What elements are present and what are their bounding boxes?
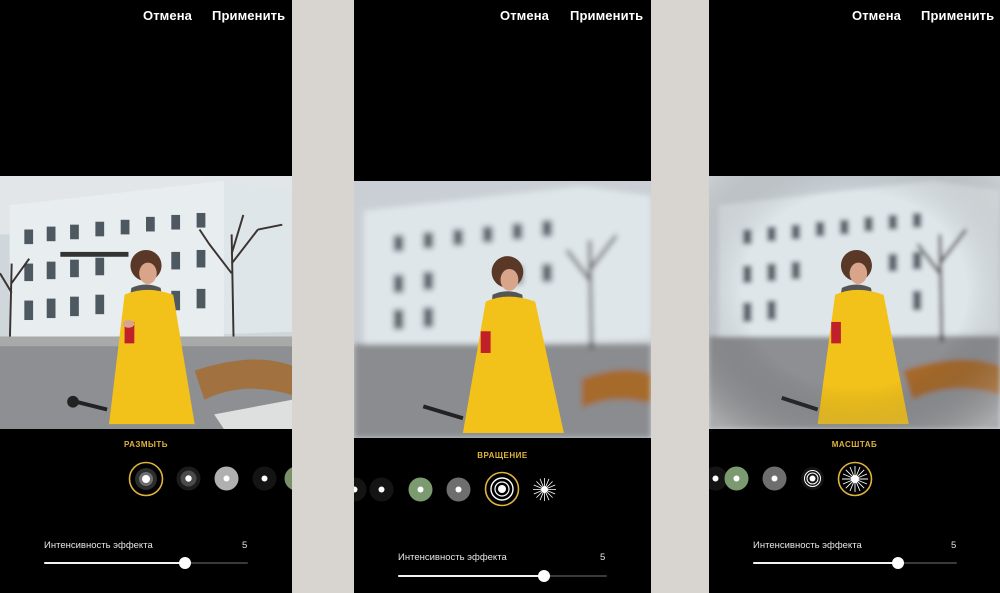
slider-fill (44, 562, 185, 564)
slider-value: 5 (242, 540, 248, 551)
apply-button[interactable]: Применить (570, 8, 643, 23)
green-disc-icon[interactable] (408, 477, 433, 502)
slider-thumb[interactable] (178, 557, 191, 569)
slider-label: Интенсивность эффекта (398, 552, 507, 563)
radial-rays-icon[interactable] (837, 461, 873, 497)
photo-preview (0, 176, 292, 429)
editor-screen-blur: Отмена Применить РАЗМЫТЬ Интенсивность э… (0, 0, 292, 593)
gray-disc-icon[interactable] (214, 466, 239, 491)
gray-disc-icon[interactable] (762, 466, 787, 491)
editor-screen-rotation: Отмена Применить ВРАЩЕНИЕ Интенсивность … (354, 0, 651, 593)
rings-icon[interactable] (800, 466, 825, 491)
slider-thumb[interactable] (891, 557, 904, 569)
photo-preview (709, 176, 1000, 429)
tiny-dot-icon[interactable] (354, 477, 367, 502)
cancel-button[interactable]: Отмена (852, 8, 901, 23)
slider-label: Интенсивность эффекта (44, 540, 153, 551)
rings-icon[interactable] (484, 471, 520, 507)
slider-value: 5 (600, 552, 606, 563)
cancel-button[interactable]: Отмена (500, 8, 549, 23)
top-bar: Отмена Применить (709, 0, 1000, 34)
small-dot-icon[interactable] (176, 466, 201, 491)
slider-fill (753, 562, 898, 564)
slider-fill (398, 575, 545, 577)
apply-button[interactable]: Применить (212, 8, 285, 23)
mode-label: РАЗМЫТЬ (123, 440, 169, 449)
intensity-slider[interactable] (398, 570, 607, 582)
intensity-slider[interactable] (44, 557, 248, 569)
cancel-button[interactable]: Отмена (143, 8, 192, 23)
small-dot-icon[interactable] (369, 477, 394, 502)
top-bar: Отмена Применить (354, 0, 651, 34)
green-disc-icon[interactable] (724, 466, 749, 491)
apply-button[interactable]: Применить (921, 8, 994, 23)
gray-disc-icon[interactable] (446, 477, 471, 502)
top-bar: Отмена Применить (0, 0, 292, 34)
slider-label: Интенсивность эффекта (753, 540, 862, 551)
blur-dot-icon[interactable] (128, 461, 164, 497)
mode-label: ВРАЩЕНИЕ (477, 451, 528, 460)
slider-thumb[interactable] (538, 570, 551, 582)
green-disc-icon[interactable] (284, 466, 292, 491)
mode-label: МАСШТАБ (831, 440, 878, 449)
slider-value: 5 (951, 540, 957, 551)
editor-screen-zoom: Отмена Применить МАСШТАБ Интенсивность э… (709, 0, 1000, 593)
tiny-dot-icon[interactable] (252, 466, 277, 491)
radial-rays-icon[interactable] (532, 477, 557, 502)
intensity-slider[interactable] (753, 557, 957, 569)
photo-preview (354, 181, 651, 438)
